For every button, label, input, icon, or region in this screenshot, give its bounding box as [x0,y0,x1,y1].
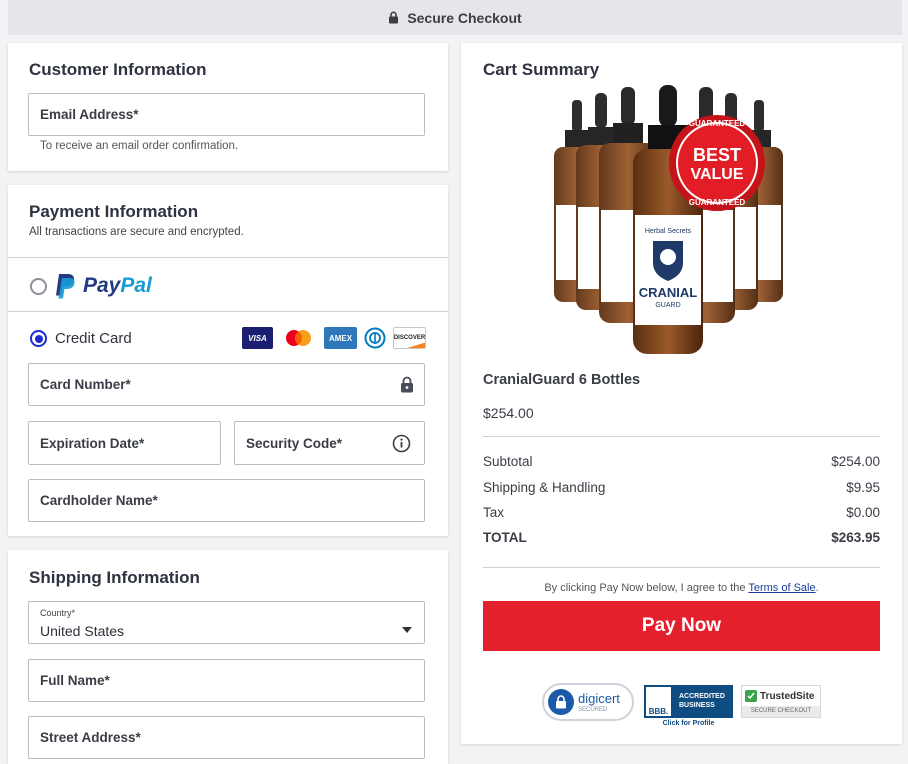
total-label: TOTAL [483,530,527,545]
country-label: Country* [40,608,76,618]
trustedsite-text: TrustedSite [760,690,815,702]
paypal-word-pal: Pal [120,274,152,297]
card-lock-icon [400,376,414,396]
credit-card-label[interactable]: Credit Card [55,330,132,347]
street-address-field[interactable]: Street Address* [28,716,425,759]
pay-now-button[interactable]: Pay Now [483,601,880,651]
shipping-information-card: Shipping Information Country* United Sta… [8,550,448,764]
customer-information-title: Customer Information [29,60,207,79]
product-brand-text: CRANIAL [639,285,698,300]
digicert-text: digicert [578,690,620,706]
discover-icon: DISCOVER [393,327,426,349]
security-code-field[interactable]: Security Code* [234,421,425,465]
product-name: CranialGuard 6 Bottles [483,372,641,388]
card-number-placeholder: Card Number* [40,377,131,392]
cart-summary-card: Cart Summary Herbal Secrets CRANIAL GUAR… [461,43,902,744]
tax-row: Tax $0.00 [483,505,880,520]
payment-subtitle: All transactions are secure and encrypte… [29,226,244,238]
email-hint: To receive an email order confirmation. [40,140,239,152]
lock-icon [388,11,399,24]
paypal-logo-icon [53,273,77,305]
bbb-line2: BUSINESS [679,701,715,709]
diners-club-icon [364,327,386,349]
full-name-placeholder: Full Name* [40,673,110,688]
secure-checkout-label: Secure Checkout [407,9,522,26]
terms-suffix: . [815,582,819,594]
tax-label: Tax [483,505,505,520]
email-field[interactable]: Email Address* [28,93,425,136]
product-brand-sub-text: GUARD [655,302,680,309]
secure-checkout-bar: Secure Checkout [8,0,902,35]
cart-summary-title: Cart Summary [483,60,600,79]
expiration-placeholder: Expiration Date* [40,435,145,451]
shipping-value: $9.95 [846,480,880,495]
bbb-mark-icon: BBB. [646,687,671,716]
payment-information-card: Payment Information All transactions are… [8,185,448,536]
shipping-row: Shipping & Handling $9.95 [483,480,880,495]
expiration-date-field[interactable]: Expiration Date* [28,421,221,465]
terms-notice: By clicking Pay Now below, I agree to th… [483,582,880,594]
digicert-lock-icon [548,689,574,715]
mastercard-icon [282,327,315,349]
shipping-label: Shipping & Handling [483,480,606,495]
cardholder-placeholder: Cardholder Name* [40,493,158,508]
info-icon[interactable] [392,434,411,456]
svg-text:GUARANTEED: GUARANTEED [689,198,746,207]
bbb-caption: Click for Profile [662,720,715,727]
street-address-placeholder: Street Address* [40,730,141,745]
payment-divider-mid [8,311,448,312]
customer-information-card: Customer Information Email Address* To r… [8,43,448,171]
trustedsite-sub-text: SECURE CHECKOUT [742,706,820,717]
chevron-down-icon [402,621,412,636]
bbb-badge[interactable]: BBB. ACCREDITED BUSINESS Click for Profi… [644,685,733,731]
total-value: $263.95 [831,530,880,545]
subtotal-row: Subtotal $254.00 [483,454,880,469]
svg-text:VALUE: VALUE [690,166,743,183]
visa-icon: VISA [242,327,273,349]
payment-information-title: Payment Information [29,202,199,221]
digicert-sub-text: SECURED [578,706,608,713]
full-name-field[interactable]: Full Name* [28,659,425,702]
terms-prefix: By clicking Pay Now below, I agree to th… [544,582,749,594]
amex-icon: AMEX [324,327,357,349]
paypal-wordmark: PayPal [83,274,152,298]
terms-of-sale-link[interactable]: Terms of Sale [748,582,815,594]
cardholder-name-field[interactable]: Cardholder Name* [28,479,425,522]
product-price: $254.00 [483,405,534,421]
paypal-word-pay: Pay [83,274,121,297]
tax-value: $0.00 [846,505,880,520]
total-row: TOTAL $263.95 [483,530,880,545]
paypal-option[interactable]: PayPal [8,258,448,310]
country-select[interactable]: Country* United States [28,601,425,644]
subtotal-value: $254.00 [831,454,880,469]
card-number-field[interactable]: Card Number* [28,363,425,406]
product-image: Herbal Secrets CRANIAL GUARD GUARANTEED … [554,85,783,354]
trustedsite-check-icon [745,690,757,702]
security-placeholder: Security Code* [246,435,343,451]
country-value: United States [40,623,125,639]
svg-text:BEST: BEST [693,145,741,165]
svg-text:GUARANTEED: GUARANTEED [689,119,746,128]
credit-card-radio[interactable] [30,330,47,347]
bbb-line1: ACCREDITED [679,693,725,701]
product-label-text: Herbal Secrets [645,228,692,235]
trustedsite-badge[interactable]: TrustedSite SECURE CHECKOUT [741,685,821,718]
email-placeholder: Email Address* [40,107,139,122]
digicert-badge[interactable]: digicert SECURED [542,683,634,721]
cart-divider-bottom [483,567,880,568]
subtotal-label: Subtotal [483,454,533,469]
cart-divider-top [483,436,880,437]
paypal-radio[interactable] [30,278,47,295]
shipping-information-title: Shipping Information [29,568,200,587]
best-value-seal-icon: GUARANTEED BEST VALUE GUARANTEED [669,115,765,211]
